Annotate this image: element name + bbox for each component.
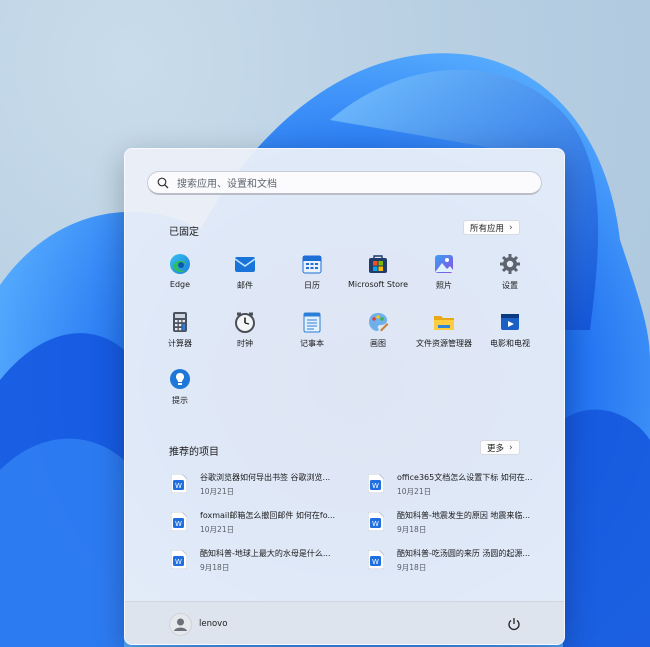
chevron-right-icon: › — [509, 442, 513, 453]
pinned-title: 已固定 — [169, 227, 199, 238]
svg-text:W: W — [175, 520, 182, 528]
recommended-item[interactable]: W 酷知科普-地球上最大的水母是什么... 9月18日 — [170, 548, 351, 574]
all-apps-button[interactable]: 所有应用 › — [463, 220, 520, 235]
app-movies-tv[interactable]: 电影和电视 — [475, 311, 545, 349]
app-clock[interactable]: 时钟 — [210, 311, 280, 349]
paint-icon — [367, 311, 389, 333]
app-label: 日历 — [304, 281, 320, 290]
mail-icon — [234, 253, 256, 275]
item-title: 酷知科普-地震发生的原因 地震来临... — [397, 511, 531, 520]
word-doc-icon: W — [367, 473, 385, 494]
app-calculator[interactable]: 计算器 — [145, 311, 215, 349]
word-doc-icon: W — [170, 511, 188, 532]
word-doc-icon: W — [367, 511, 385, 532]
folder-icon — [433, 311, 455, 333]
app-label: 照片 — [436, 281, 452, 290]
item-title: office365文档怎么设置下标 如何在... — [397, 473, 533, 482]
store-icon — [367, 253, 389, 275]
app-calendar[interactable]: 日历 — [277, 253, 347, 291]
item-title: 谷歌浏览器如何导出书签 谷歌浏览... — [200, 473, 331, 482]
recommended-item[interactable]: W office365文档怎么设置下标 如何在... 10月21日 — [367, 472, 548, 498]
app-label: Edge — [169, 280, 191, 289]
app-paint[interactable]: 画图 — [343, 311, 413, 349]
item-date: 9月18日 — [397, 563, 427, 572]
item-title: foxmail邮箱怎么撤回邮件 如何在fo... — [200, 511, 336, 520]
app-store[interactable]: Microsoft Store — [343, 253, 413, 289]
recommended-item[interactable]: W foxmail邮箱怎么撤回邮件 如何在fo... 10月21日 — [170, 510, 351, 536]
user-name[interactable]: lenovo — [199, 619, 227, 629]
word-doc-icon: W — [170, 473, 188, 494]
recommended-item[interactable]: W 酷知科普-地震发生的原因 地震来临... 9月18日 — [367, 510, 548, 536]
recommended-item[interactable]: W 谷歌浏览器如何导出书签 谷歌浏览... 10月21日 — [170, 472, 351, 498]
app-label: 电影和电视 — [490, 339, 530, 348]
item-date: 9月18日 — [200, 563, 230, 572]
item-date: 10月21日 — [200, 525, 235, 534]
start-menu: 搜索应用、设置和文档 已固定 所有应用 › Edge 邮件 日历 Microso… — [124, 148, 565, 645]
svg-text:W: W — [175, 482, 182, 490]
clock-icon — [234, 311, 256, 333]
chevron-right-icon: › — [509, 222, 513, 233]
gear-icon — [499, 253, 521, 275]
power-icon[interactable] — [507, 616, 521, 631]
app-label: 画图 — [370, 339, 386, 348]
svg-text:W: W — [175, 558, 182, 566]
app-settings[interactable]: 设置 — [475, 253, 545, 291]
app-label: 文件资源管理器 — [416, 339, 472, 348]
app-mail[interactable]: 邮件 — [210, 253, 280, 291]
svg-text:W: W — [372, 520, 379, 528]
app-label: 设置 — [502, 281, 518, 290]
app-photos[interactable]: 照片 — [409, 253, 479, 291]
app-tips[interactable]: 提示 — [145, 368, 215, 406]
recommended-item[interactable]: W 酷知科普-吃汤圆的来历 汤圆的起源... 9月18日 — [367, 548, 548, 574]
app-label: Microsoft Store — [347, 280, 409, 289]
app-label: 时钟 — [237, 339, 253, 348]
search-icon — [157, 176, 171, 190]
calculator-icon — [169, 311, 191, 333]
item-title: 酷知科普-地球上最大的水母是什么... — [200, 549, 331, 558]
search-placeholder: 搜索应用、设置和文档 — [177, 179, 277, 190]
app-label: 邮件 — [237, 281, 253, 290]
movies-icon — [499, 311, 521, 333]
word-doc-icon: W — [367, 549, 385, 570]
app-file-explorer[interactable]: 文件资源管理器 — [409, 311, 479, 349]
avatar[interactable] — [169, 613, 192, 636]
app-notepad[interactable]: 记事本 — [277, 311, 347, 349]
more-button[interactable]: 更多 › — [480, 440, 520, 455]
recommended-title: 推荐的项目 — [169, 447, 219, 458]
item-title: 酷知科普-吃汤圆的来历 汤圆的起源... — [397, 549, 531, 558]
more-label: 更多 — [487, 443, 505, 454]
start-footer: lenovo — [125, 601, 564, 644]
svg-text:W: W — [372, 482, 379, 490]
photos-icon — [433, 253, 455, 275]
app-edge[interactable]: Edge — [145, 253, 215, 289]
search-box[interactable]: 搜索应用、设置和文档 — [147, 171, 542, 195]
item-date: 9月18日 — [397, 525, 427, 534]
edge-icon — [169, 253, 191, 275]
app-label: 提示 — [172, 396, 188, 405]
tips-icon — [169, 368, 191, 390]
word-doc-icon: W — [170, 549, 188, 570]
svg-text:W: W — [372, 558, 379, 566]
calendar-icon — [301, 253, 323, 275]
app-label: 记事本 — [300, 339, 324, 348]
all-apps-label: 所有应用 — [470, 223, 505, 234]
item-date: 10月21日 — [200, 487, 235, 496]
notepad-icon — [301, 311, 323, 333]
app-label: 计算器 — [168, 339, 192, 348]
item-date: 10月21日 — [397, 487, 432, 496]
